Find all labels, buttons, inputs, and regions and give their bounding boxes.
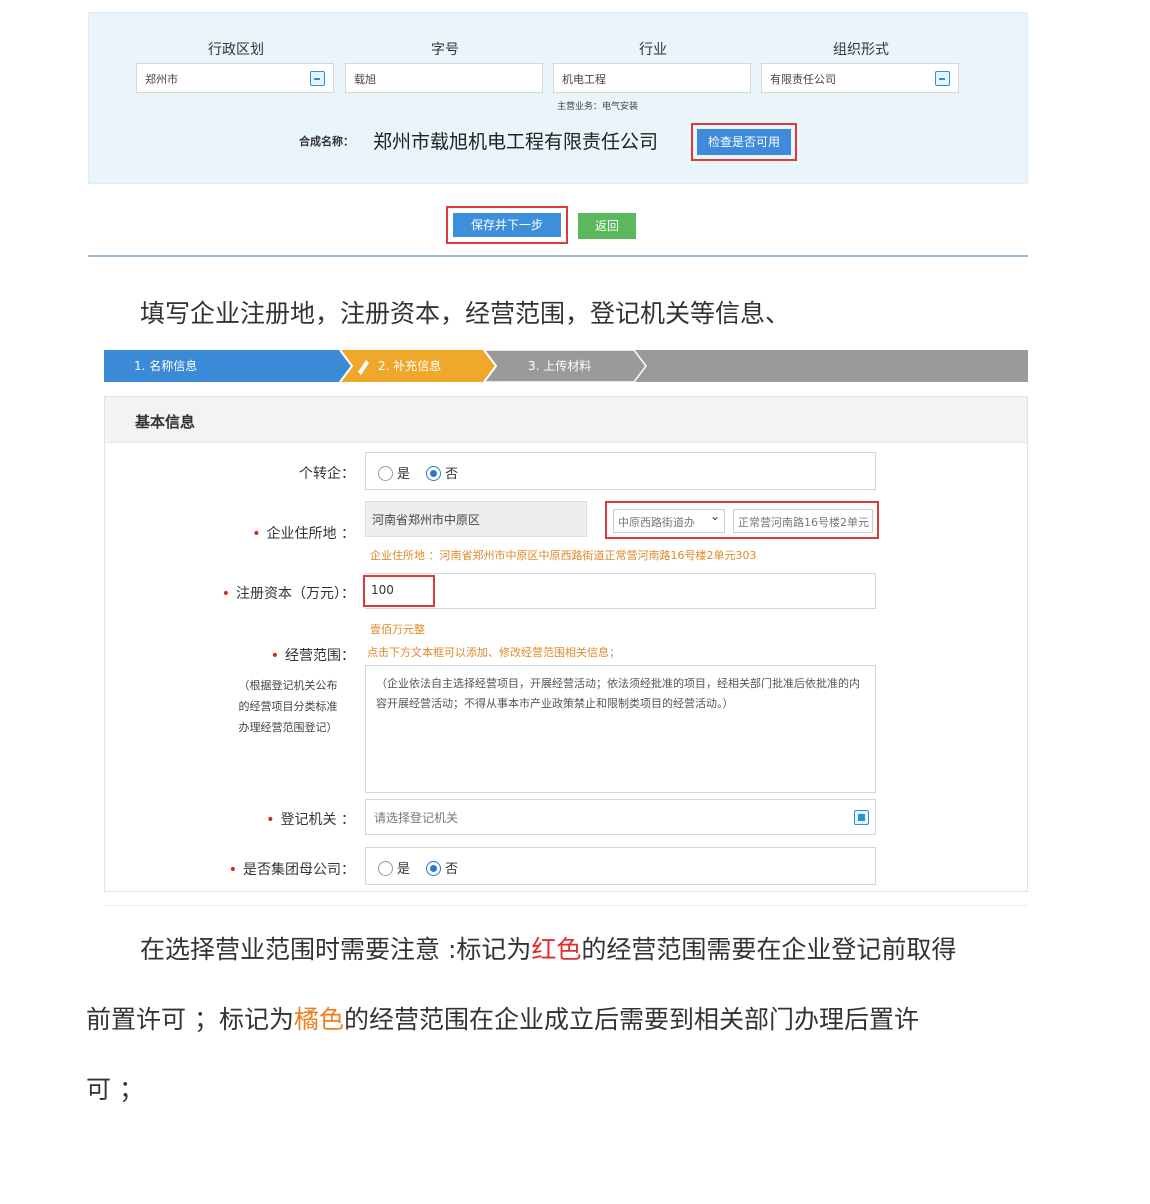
business-scope-hint: 点击下方文本框可以添加、修改经营范围相关信息； <box>367 646 620 659</box>
required-mark: • <box>221 586 230 602</box>
trade-name-label: 字号 <box>431 42 459 58</box>
registration-authority-label: • 登记机关 ： <box>266 812 355 828</box>
note-line-3: 可 ； <box>86 1075 144 1104</box>
business-scope-textarea[interactable]: （企业依法自主选择经营项目，开展经营活动；依法须经批准的项目，经相关部门批准后依… <box>365 665 876 793</box>
orange-highlight-word: 橘色 <box>293 1005 344 1034</box>
step-2-label[interactable]: 2. 补充信息 <box>378 357 441 374</box>
address-region-readonly: 河南省郑州市中原区 <box>365 501 587 537</box>
radio-no-individual[interactable] <box>426 466 442 481</box>
progress-stepper: 1. 名称信息 2. 补充信息 3. 上传材料 <box>104 350 1028 382</box>
individual-to-enterprise-radios: 是 否 <box>378 463 470 482</box>
org-form-value: 有限责任公司 <box>770 73 836 86</box>
address-detail-highlight: 中原西路街道办 正常营河南路16号楼2单元 <box>605 501 879 539</box>
scope-note-line: （根据登记机关公布 <box>238 679 338 692</box>
trade-name-input[interactable]: 载旭 <box>345 63 543 93</box>
group-parent-radios: 是 否 <box>378 858 470 877</box>
back-button[interactable]: 返回 <box>578 213 636 239</box>
required-mark: • <box>266 812 275 828</box>
name-panel: 行政区划 郑州市 字号 载旭 行业 机电工程 组织形式 有限责任公司 主营业务：… <box>88 12 1028 184</box>
industry-value: 机电工程 <box>562 73 606 86</box>
capital-input[interactable]: 100 <box>363 575 435 607</box>
address-hint: 企业住所地 ：河南省郑州市中原区中原西路街道正常营河南路16号楼2单元303 <box>370 549 757 562</box>
address-label: • 企业住所地 ： <box>252 526 355 542</box>
business-scope-label: • 经营范围： <box>270 648 355 664</box>
instruction-text: 填写企业注册地，注册资本，经营范围，登记机关等信息、 <box>140 299 791 328</box>
radio-yes-label: 是 <box>397 467 411 482</box>
divider <box>88 255 1028 257</box>
org-form-input[interactable]: 有限责任公司 <box>761 63 959 93</box>
industry-input[interactable]: 机电工程 <box>553 63 751 93</box>
save-next-highlight: 保存并下一步 <box>446 206 568 244</box>
radio-no-group[interactable] <box>426 861 442 876</box>
radio-yes-group[interactable] <box>378 861 393 876</box>
radio-no-label: 否 <box>445 467 459 482</box>
capital-field-box <box>365 573 876 609</box>
street-select[interactable]: 中原西路街道办 <box>613 509 725 533</box>
capital-label: • 注册资本（万元）： <box>221 586 355 602</box>
radio-yes-individual[interactable] <box>378 466 393 481</box>
radio-no-label: 否 <box>445 862 459 877</box>
district-picker-icon[interactable] <box>310 71 325 86</box>
registration-authority-picker-icon[interactable] <box>854 810 869 825</box>
main-business-text: 主营业务：电气安装 <box>557 102 639 112</box>
industry-label: 行业 <box>639 42 667 58</box>
group-parent-label: • 是否集团母公司： <box>228 862 355 878</box>
red-highlight-word: 红色 <box>531 935 582 964</box>
step-3-label[interactable]: 3. 上传材料 <box>528 357 591 374</box>
district-label: 行政区划 <box>208 42 264 58</box>
note-line-2: 前置许可 ；标记为橘色的经营范围在企业成立后需要到相关部门办理后置许 <box>86 1005 919 1034</box>
required-mark: • <box>252 526 261 542</box>
check-availability-highlight: 检查是否可用 <box>691 123 797 161</box>
required-mark: • <box>228 862 237 878</box>
trade-name-value: 载旭 <box>354 73 376 86</box>
step-1-label[interactable]: 1. 名称信息 <box>134 357 197 374</box>
combined-name-value: 郑州市载旭机电工程有限责任公司 <box>373 131 659 153</box>
radio-yes-label: 是 <box>397 862 411 877</box>
basic-info-form: 基本信息 个转企： 是 否 • 企业住所地 ： 河南省郑州市中原区 中原西路街道办… <box>104 396 1028 892</box>
org-form-label: 组织形式 <box>833 42 889 58</box>
scope-note-line: 的经营项目分类标准 <box>238 700 338 713</box>
check-availability-button[interactable]: 检查是否可用 <box>697 129 791 155</box>
capital-hint: 壹佰万元整 <box>370 623 425 636</box>
individual-to-enterprise-box: 是 否 <box>365 452 876 490</box>
registration-authority-input[interactable]: 请选择登记机关 <box>365 799 876 835</box>
address-detail-input[interactable]: 正常营河南路16号楼2单元 <box>733 509 873 533</box>
combined-name-label: 合成名称： <box>299 135 354 148</box>
district-value: 郑州市 <box>145 73 178 86</box>
form-section-header: 基本信息 <box>105 397 1027 443</box>
business-scope-note: （根据登记机关公布 的经营项目分类标准 办理经营范围登记） <box>223 675 353 738</box>
section-title: 基本信息 <box>135 413 196 431</box>
note-line-1: 在选择营业范围时需要注意 :标记为红色的经营范围需要在企业登记前取得 <box>140 935 957 964</box>
district-input[interactable]: 郑州市 <box>136 63 334 93</box>
divider <box>104 905 1028 906</box>
registration-authority-placeholder: 请选择登记机关 <box>374 811 459 825</box>
required-mark: • <box>270 648 279 664</box>
group-parent-box: 是 否 <box>365 847 876 885</box>
individual-to-enterprise-label: 个转企： <box>299 466 355 482</box>
org-form-picker-icon[interactable] <box>935 71 950 86</box>
save-next-button[interactable]: 保存并下一步 <box>453 213 561 237</box>
scope-note-line: 办理经营范围登记） <box>238 721 338 734</box>
